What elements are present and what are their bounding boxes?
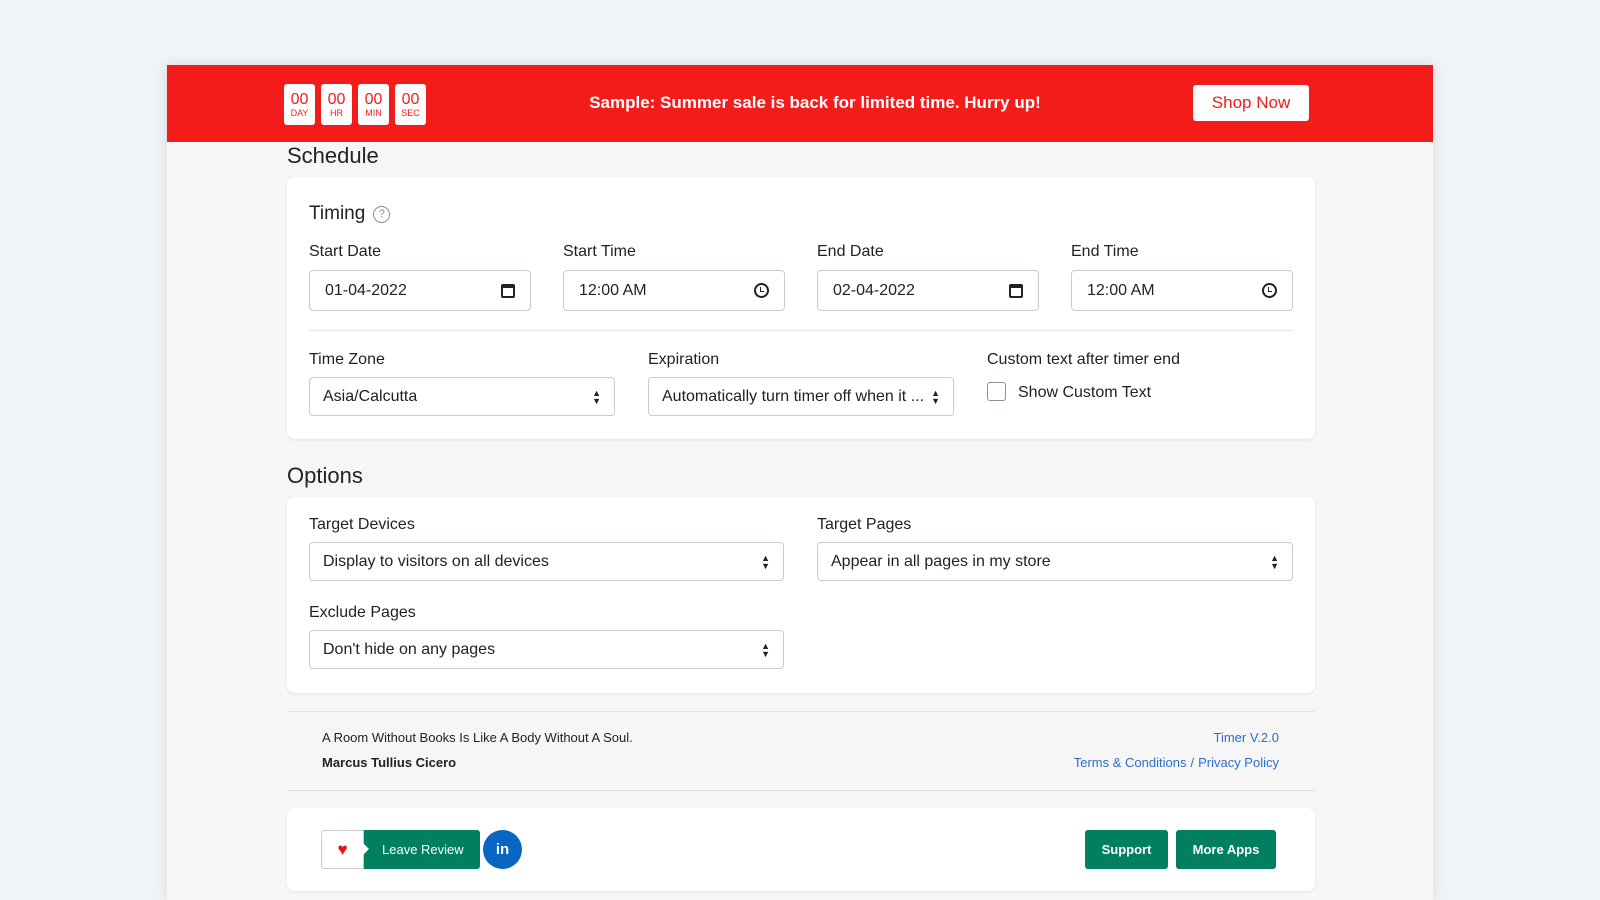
- end-time-label: End Time: [1071, 243, 1139, 260]
- actions-card: ♥ Leave Review in Support More Apps: [287, 808, 1315, 891]
- timing-heading-text: Timing: [309, 203, 366, 224]
- select-arrows-icon: ▲ ▼: [592, 387, 601, 406]
- version-link[interactable]: Timer V.2.0: [1213, 730, 1279, 745]
- show-custom-text-checkbox[interactable]: [987, 382, 1006, 401]
- more-apps-button[interactable]: More Apps: [1176, 830, 1276, 869]
- target-pages-label: Target Pages: [817, 516, 912, 533]
- app-window: 00 DAY 00 HR 00 MIN 00 SEC Sample: Summe…: [167, 65, 1433, 900]
- start-date-input[interactable]: 01-04-2022: [309, 270, 531, 311]
- target-devices-value: Display to visitors on all devices: [323, 552, 549, 570]
- shop-now-button[interactable]: Shop Now: [1193, 85, 1309, 121]
- select-arrows-icon: ▲ ▼: [1270, 552, 1279, 571]
- time-zone-select[interactable]: Asia/Calcutta ▲ ▼: [309, 377, 615, 416]
- timing-heading: Timing ?: [309, 203, 391, 225]
- exclude-pages-label: Exclude Pages: [309, 604, 416, 621]
- section-divider: [309, 330, 1293, 331]
- select-arrows-icon: ▲ ▼: [931, 387, 940, 406]
- leave-review-button[interactable]: Leave Review: [363, 830, 480, 869]
- calendar-icon[interactable]: [1009, 283, 1023, 298]
- end-time-input[interactable]: 12:00 AM: [1071, 270, 1293, 311]
- exclude-pages-select[interactable]: Don't hide on any pages ▲ ▼: [309, 630, 784, 669]
- countdown-banner: 00 DAY 00 HR 00 MIN 00 SEC Sample: Summe…: [167, 65, 1433, 142]
- start-date-label: Start Date: [309, 243, 382, 260]
- legal-links: Terms & Conditions / Privacy Policy: [1074, 755, 1279, 770]
- time-zone-value: Asia/Calcutta: [323, 387, 418, 405]
- exclude-pages-value: Don't hide on any pages: [323, 640, 496, 658]
- end-time-value: 12:00 AM: [1087, 281, 1155, 299]
- time-zone-label: Time Zone: [309, 351, 385, 368]
- clock-icon[interactable]: [754, 283, 769, 298]
- expiration-select[interactable]: Automatically turn timer off when it ...…: [648, 377, 954, 416]
- quote-author: Marcus Tullius Cicero: [322, 755, 457, 770]
- start-time-label: Start Time: [563, 243, 636, 260]
- target-pages-select[interactable]: Appear in all pages in my store ▲ ▼: [817, 542, 1293, 581]
- target-pages-value: Appear in all pages in my store: [831, 552, 1051, 570]
- end-date-label: End Date: [817, 243, 884, 260]
- target-devices-select[interactable]: Display to visitors on all devices ▲ ▼: [309, 542, 784, 581]
- support-button[interactable]: Support: [1085, 830, 1168, 869]
- start-date-value: 01-04-2022: [325, 281, 407, 299]
- quote-text: A Room Without Books Is Like A Body With…: [322, 730, 633, 745]
- custom-text-label: Custom text after timer end: [987, 351, 1180, 368]
- terms-link[interactable]: Terms & Conditions: [1074, 755, 1187, 770]
- expiration-value: Automatically turn timer off when it ...: [662, 387, 925, 405]
- show-custom-text-label[interactable]: Show Custom Text: [1018, 384, 1151, 402]
- footer-divider-top: [287, 711, 1315, 712]
- help-icon[interactable]: ?: [373, 205, 391, 223]
- start-time-input[interactable]: 12:00 AM: [563, 270, 785, 311]
- footer-divider-bottom: [287, 790, 1315, 791]
- schedule-card: Timing ? Start Date 01-04-2022 Start Tim…: [287, 177, 1315, 439]
- expiration-label: Expiration: [648, 351, 720, 368]
- start-time-value: 12:00 AM: [579, 281, 647, 299]
- end-date-value: 02-04-2022: [833, 281, 915, 299]
- heart-icon[interactable]: ♥: [321, 830, 364, 869]
- options-card: Target Devices Display to visitors on al…: [287, 497, 1315, 693]
- legal-separator: /: [1190, 755, 1195, 770]
- clock-icon[interactable]: [1262, 283, 1277, 298]
- schedule-title: Schedule: [287, 143, 379, 168]
- options-title: Options: [287, 463, 363, 488]
- calendar-icon[interactable]: [501, 283, 515, 298]
- select-arrows-icon: ▲ ▼: [761, 640, 770, 659]
- select-arrows-icon: ▲ ▼: [761, 552, 770, 571]
- privacy-link[interactable]: Privacy Policy: [1198, 755, 1279, 770]
- target-devices-label: Target Devices: [309, 516, 415, 533]
- end-date-input[interactable]: 02-04-2022: [817, 270, 1039, 311]
- leave-review-group[interactable]: ♥ Leave Review: [321, 830, 480, 869]
- linkedin-icon[interactable]: in: [483, 830, 522, 869]
